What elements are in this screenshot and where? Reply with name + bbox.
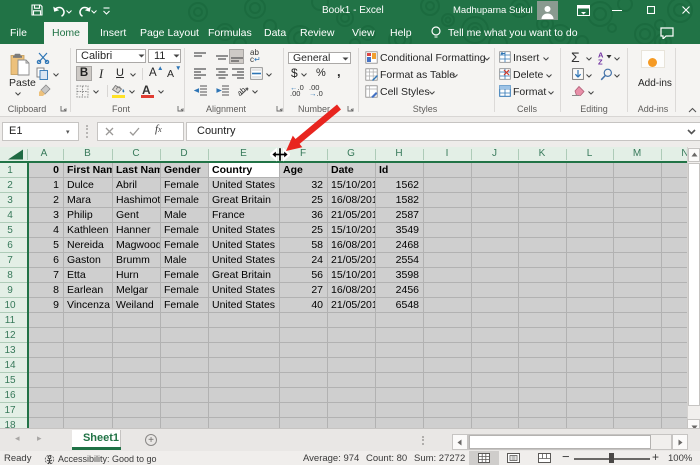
svg-text:ab: ab bbox=[238, 85, 248, 97]
svg-text:Z: Z bbox=[598, 58, 603, 66]
